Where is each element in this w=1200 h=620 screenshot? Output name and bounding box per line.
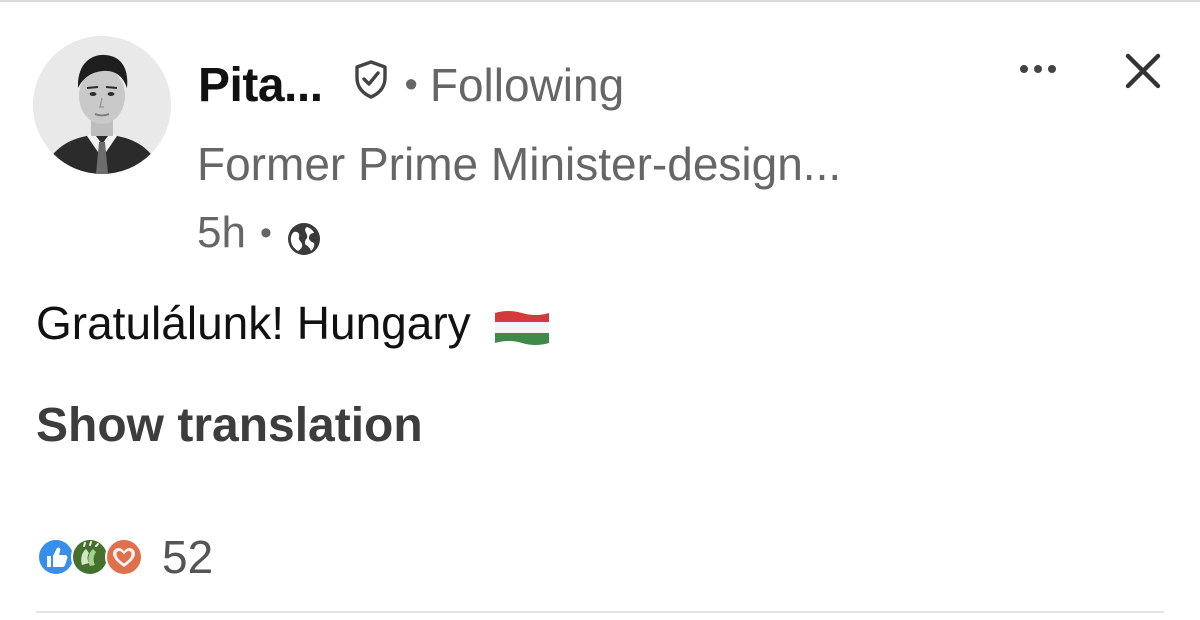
love-icon — [105, 538, 143, 576]
more-options-button[interactable] — [1010, 54, 1066, 84]
globe-icon — [286, 221, 322, 257]
close-icon — [1125, 53, 1161, 89]
post-timestamp: 5h — [197, 208, 246, 257]
post-body: Gratulálunk! Hungary — [36, 296, 551, 350]
post-meta: 5h • — [197, 205, 322, 261]
reaction-count[interactable]: 52 — [162, 530, 213, 584]
follow-status[interactable]: Following — [430, 58, 624, 112]
bottom-divider — [36, 611, 1164, 613]
post-text: Gratulálunk! Hungary — [36, 297, 471, 349]
author-name-row: Pita... • Following — [198, 54, 624, 116]
author-name[interactable]: Pita... — [198, 58, 323, 113]
name-separator: • — [404, 63, 418, 106]
author-avatar[interactable] — [33, 36, 171, 174]
author-headline: Former Prime Minister-design... — [197, 138, 842, 190]
reaction-icons — [36, 535, 148, 579]
hungary-flag-icon — [493, 304, 551, 345]
close-button[interactable] — [1118, 46, 1168, 96]
top-divider — [0, 0, 1200, 2]
verified-shield-icon — [353, 59, 389, 99]
show-translation-link[interactable]: Show translation — [36, 398, 423, 453]
avatar-photo — [33, 36, 171, 174]
more-options-icon — [1020, 65, 1056, 73]
reactions-summary[interactable]: 52 — [36, 528, 213, 586]
meta-separator: • — [259, 213, 272, 252]
